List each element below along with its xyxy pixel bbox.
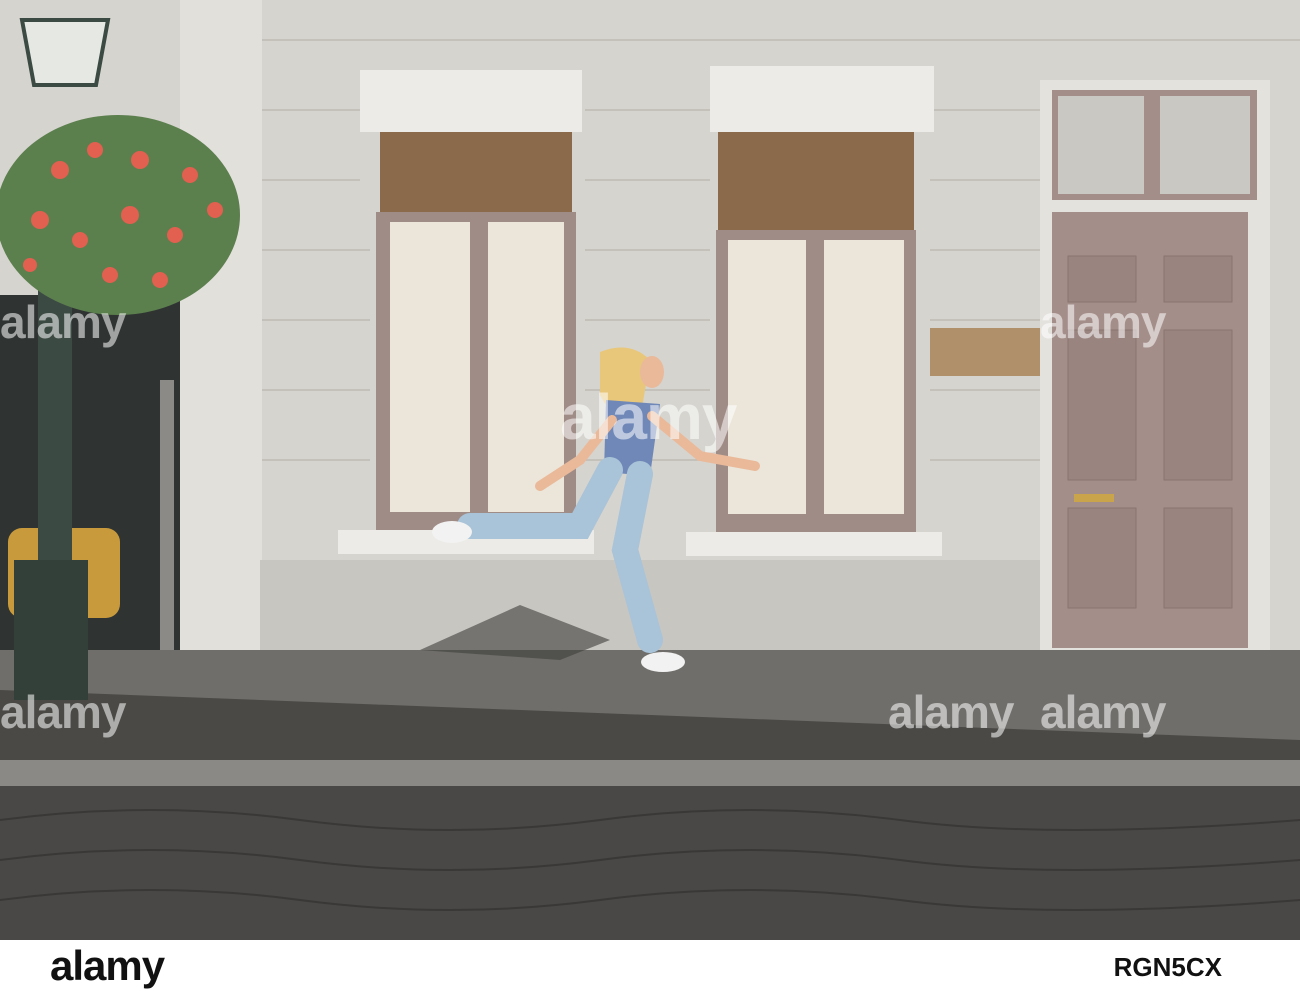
door-panel-right-top [1163,255,1233,303]
window-2-curtain-left [728,240,806,514]
mail-slot [1074,494,1114,502]
window-1-curtain-left [390,222,470,512]
back-sneaker [432,521,472,543]
lamp-post-base [14,560,88,700]
street-scene [0,0,1300,940]
brass-plaque [930,328,1048,376]
watermark-top-left: alamy [0,296,126,348]
curb [0,760,1300,786]
window-2-sill [686,532,942,556]
door-panel-left-mid [1067,329,1137,481]
door-panel-left-bottom [1067,507,1137,609]
watermark-top-right: alamy [1040,296,1166,348]
left-pilaster [180,0,262,650]
alamy-logo[interactable]: alamy [50,942,165,990]
window-1-curtain-right [488,222,564,512]
door-panel-right-mid [1163,329,1233,481]
window-2-lintel [710,66,934,132]
stock-photo-page: alamy alamy alamy alamy alamy alamy alam… [0,0,1300,1005]
window-1-lintel [360,70,582,132]
front-sneaker [641,652,685,672]
watermark-bottom-right: alamy [1040,686,1166,738]
watermark-bottom-left: alamy [0,686,126,738]
street-lamp [19,18,111,87]
logo-text: alamy [50,942,165,989]
watermark-center: alamy [560,381,737,453]
transom-glass-left [1058,96,1144,194]
window-2-shutter [718,132,914,230]
window-1-shutter [380,132,572,212]
image-id: RGN5CX [1113,952,1222,982]
transom-glass-right [1160,96,1250,194]
door-panel-right-bottom [1163,507,1233,609]
shop-frame [160,380,174,650]
street-photo: alamy alamy alamy alamy alamy alamy [0,0,1300,940]
window-2-curtain-right [824,240,904,514]
watermark-bottom-center: alamy [888,686,1014,738]
cobblestone-road [0,786,1300,940]
footer-bar: alamy RGN5CX [0,940,1300,1005]
